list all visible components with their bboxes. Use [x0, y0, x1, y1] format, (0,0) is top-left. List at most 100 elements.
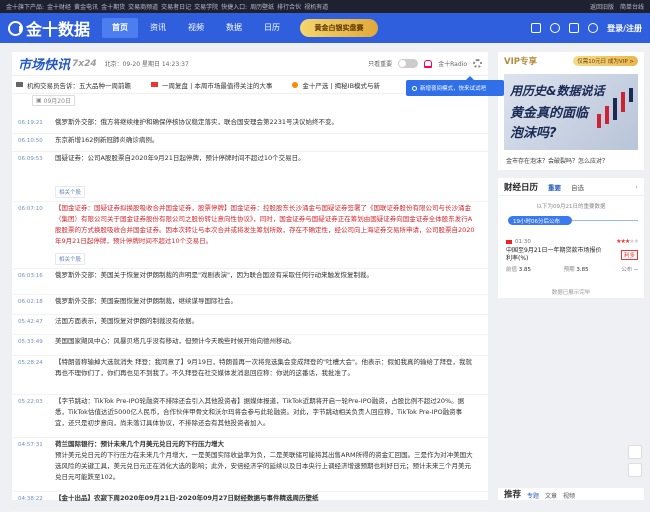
date-filter-label: 09月20日 — [43, 97, 71, 105]
tab-article[interactable]: 文章 — [545, 491, 557, 500]
news-item[interactable]: 06:09:53 国疑证券：公司A股股票自2020年9月21日起停牌，预计停牌时间… — [12, 152, 488, 202]
news-item[interactable]: 05:22:03 【字节跳动：TikTok Pre-IPO轮融资不排除还会引入其他… — [12, 395, 488, 438]
logo[interactable]: 金十数据 — [8, 16, 90, 40]
top-link[interactable]: 金十财经 — [47, 4, 71, 11]
news-time: 05:28:24 — [18, 360, 43, 366]
event-title: 中国至9月21日一年期贷款市场报价利率(%) — [506, 247, 602, 262]
ticker-icon — [16, 82, 23, 87]
news-text: 【国金证券：国疑证券拟换股吸收合并国金证券，股票停牌】国金证券：控股股东长沙涌金… — [55, 204, 475, 245]
timeline-divider — [572, 220, 638, 221]
gear-icon[interactable] — [473, 59, 482, 68]
news-item[interactable]: 05:42:47 法国方面表示，美国恢复对伊朗的制裁没有依据。 — [12, 315, 488, 335]
promo-banner[interactable]: 黄金白银实盘赛 — [300, 19, 379, 37]
vip-caption[interactable]: 金市存在泡沫？会破裂吗？怎么应对？ — [506, 156, 608, 165]
date-filter[interactable]: ▣ 09月20日 — [32, 94, 75, 106]
logo-icon — [8, 20, 23, 36]
news-item[interactable]: 06:10:50 东京新增162例新冠肺炎确诊病例。 — [12, 134, 488, 152]
news-item[interactable]: 04:38:22 【金十出品】农寂下周2020年09月21日-2020年09月27… — [12, 492, 488, 512]
top-link[interactable]: 快捷入口: — [221, 4, 247, 11]
calendar-more: 数据已展示完毕 — [551, 290, 591, 296]
tv-icon[interactable] — [569, 23, 580, 33]
top-link[interactable]: 交易商频道 — [128, 4, 158, 11]
top-link[interactable]: 交易者日记 — [161, 4, 191, 11]
top-link[interactable]: 金十旗下产品: — [6, 4, 44, 11]
nav-item[interactable]: 数据 — [216, 18, 252, 38]
news-item[interactable]: 04:57:31 荷兰国际银行：预计未来几个月美元兑日元的下行压力增大 预计美元兑… — [12, 438, 488, 492]
chevron-right-icon[interactable]: › — [635, 183, 638, 191]
vip-badge[interactable]: 仅需10元日 成为VIP > — [573, 56, 638, 66]
news-item[interactable]: 05:28:24 【特朗普称输掉大选就消失 拜登：我同意了】9月19日，特朗普再一… — [12, 356, 488, 395]
feedback-icon[interactable] — [628, 445, 642, 459]
related-stocks-button[interactable]: 相关个股 — [55, 253, 86, 265]
news-item[interactable]: 06:03:16 俄罗斯外交部：美国关于恢复对伊朗制裁的声明是"戏剧表演"，因为联… — [12, 269, 488, 295]
news-text: 【特朗普称输掉大选就消失 拜登：我同意了】9月19日，特朗普再一次将竞选集会变成… — [55, 358, 472, 377]
news-time: 05:33:49 — [18, 339, 43, 345]
night-mode-tooltip[interactable]: 新增夜间模式，快来试试吧 — [406, 76, 504, 96]
important-only-toggle[interactable] — [398, 59, 419, 68]
top-link[interactable]: 周历壁纸 — [250, 4, 274, 11]
news-time: 06:07:10 — [18, 206, 43, 212]
impact-badge: 利多 — [620, 250, 638, 260]
importance-stars: ★★★★★ — [616, 238, 639, 245]
tab-topic[interactable]: 专题 — [527, 491, 539, 500]
tab-important[interactable]: 重要 — [548, 182, 561, 192]
calendar-subtitle: 以下为09月21日的重要数据 — [536, 204, 606, 210]
nav-right: 登录/注册 — [531, 23, 642, 34]
vip-banner-image[interactable]: 用历史&数据说话 黄金真的面临 泡沫吗? — [504, 74, 638, 150]
ticker-item[interactable]: 一周复盘 | 本周市场最值得关注的大事 — [151, 80, 272, 90]
news-text: 美国国家飓风中心：风暴贝塔几乎没有移动，但预计今天晚些时候开始向德州移动。 — [55, 337, 296, 345]
radio-label[interactable]: 金十Radio — [438, 59, 467, 68]
news-time: 05:22:03 — [18, 399, 43, 405]
actual-label: 公布 — [621, 267, 633, 273]
tab-video[interactable]: 视频 — [563, 491, 575, 500]
news-time: 04:57:31 — [18, 442, 43, 448]
nav-item[interactable]: 首页 — [102, 18, 139, 38]
nav-items: 首页 资讯 视频 数据 日历 — [102, 13, 292, 43]
event-time: 01:30 — [515, 238, 531, 245]
ticker-item[interactable]: 机构交易员告诉：五大品种一周前瞻 — [16, 80, 131, 90]
news-time: 06:09:53 — [18, 156, 43, 162]
calendar-card: 财经日历 重要 自选 › 以下为09月21日的重要数据 19小时06分后公布 0… — [498, 178, 644, 298]
vip-img-line3: 泡沫吗? — [510, 126, 557, 141]
panel-brand: 市场快讯 — [18, 58, 71, 73]
top-link[interactable]: 黄金电讯 — [74, 4, 98, 11]
nav-item[interactable]: 日历 — [254, 18, 290, 38]
prev-value: 3.85 — [518, 267, 532, 273]
news-item[interactable]: 06:19:21 俄罗斯外交部：俄方将继续维护和确保停核协议稳定落实，联合国安理会… — [12, 116, 488, 134]
radio-icon[interactable] — [424, 59, 433, 68]
calendar-title: 财经日历 — [504, 182, 539, 193]
news-item[interactable]: 05:33:49 美国国家飓风中心：风暴贝塔几乎没有移动，但预计今天晚些时候开始向… — [12, 335, 488, 356]
top-right-link[interactable]: 简单台线 — [620, 2, 644, 11]
news-item[interactable]: 06:07:10 【国金证券：国疑证券拟换股吸收合并国金证券，股票停牌】国金证券：… — [12, 202, 488, 269]
ticker-icon — [292, 81, 299, 88]
search-icon[interactable] — [588, 23, 599, 33]
nav-item[interactable]: 资讯 — [140, 18, 176, 38]
ticker-item[interactable]: 金十严选 | 揭秘IB模式与新 — [292, 80, 380, 90]
app-icon[interactable] — [531, 23, 542, 33]
recommend-card: 推荐 专题 文章 视频 — [498, 488, 644, 500]
important-only-label: 只看重要 — [368, 61, 393, 68]
top-link[interactable]: 排行合伙 — [277, 4, 301, 11]
ticker-text: 一周复盘 | 本周市场最值得关注的大事 — [162, 81, 273, 90]
top-link[interactable]: 交易学院 — [194, 4, 218, 11]
top-right-link[interactable]: 返回旧版 — [590, 2, 614, 11]
top-link[interactable]: 金十期货 — [101, 4, 125, 11]
back-to-top-icon[interactable] — [628, 463, 642, 477]
info-icon — [412, 85, 417, 91]
message-icon[interactable] — [550, 23, 561, 33]
calendar-event[interactable]: 01:30 ★★★★★ 中国至9月21日一年期贷款市场报价利率(%) 利多 前值 … — [506, 238, 639, 273]
tab-custom[interactable]: 自选 — [571, 182, 584, 192]
ticker-text: 金十严选 | 揭秘IB模式与新 — [302, 81, 381, 90]
recommend-title: 推荐 — [504, 490, 522, 500]
related-stocks-button[interactable]: 相关个股 — [55, 186, 86, 198]
news-item[interactable]: 06:02:18 俄罗斯外交部：美国妄图恢复对伊朗制裁，继续谋导国际社会。 — [12, 295, 488, 315]
login-button[interactable]: 登录/注册 — [607, 23, 642, 34]
news-time: 04:38:22 — [18, 496, 43, 502]
top-link[interactable]: 视机有道 — [304, 4, 328, 11]
vip-title: VIP专享 — [504, 57, 537, 67]
news-time: 06:10:50 — [18, 138, 43, 144]
nav-item[interactable]: 视频 — [178, 18, 214, 38]
panel-header: 市场快讯 7x24 北京：09-20 星期日 14:23:37 只看重要 金十R… — [12, 52, 488, 76]
tooltip-text: 新增夜间模式，快来试试吧 — [420, 86, 487, 92]
news-text: 国疑证券：公司A股股票自2020年9月21日起停牌，预计停牌时间不超过10个交易… — [55, 154, 305, 162]
